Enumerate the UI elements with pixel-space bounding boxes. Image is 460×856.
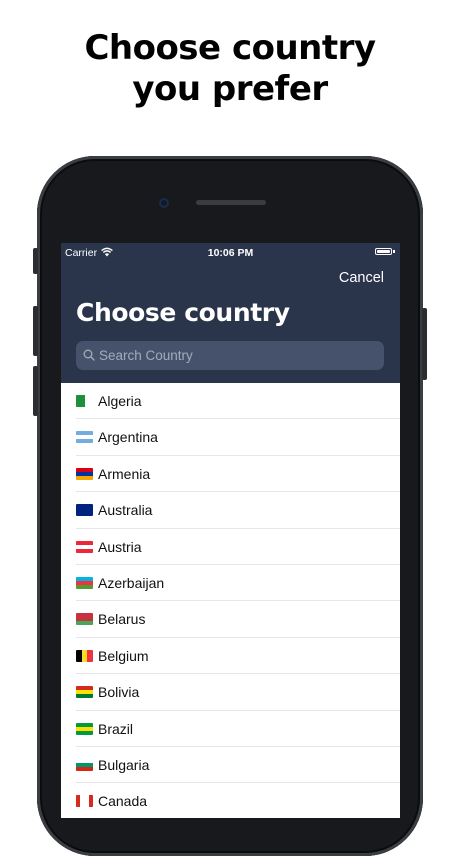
flag-icon xyxy=(76,649,93,662)
country-row[interactable]: Canada xyxy=(61,783,400,818)
country-name: Canada xyxy=(98,793,148,810)
country-name: Azerbaijan xyxy=(98,574,165,591)
earpiece-speaker xyxy=(196,200,266,205)
flag-icon xyxy=(76,540,93,553)
flag-icon xyxy=(76,431,93,444)
country-name: Armenia xyxy=(98,465,151,482)
navigation-header: Carrier 10:06 PM Cancel Choose country xyxy=(61,243,400,383)
cancel-button[interactable]: Cancel xyxy=(339,270,384,286)
country-row[interactable]: Belgium xyxy=(61,638,400,675)
flag-icon xyxy=(76,395,93,407)
country-row[interactable]: Algeria xyxy=(61,383,400,420)
search-bar[interactable] xyxy=(76,341,384,370)
promo-headline-line-1: Choose country xyxy=(84,28,376,68)
flag-icon xyxy=(76,613,93,626)
mute-switch xyxy=(33,248,38,274)
flag-icon xyxy=(76,758,93,771)
country-name: Austria xyxy=(98,538,142,555)
flag-icon xyxy=(76,467,93,480)
phone-screen: Carrier 10:06 PM Cancel Choose country A… xyxy=(61,243,400,818)
battery-tip xyxy=(393,250,395,253)
promo-headline-line-2: you prefer xyxy=(132,69,328,109)
country-name: Belarus xyxy=(98,611,146,628)
country-row[interactable]: Armenia xyxy=(61,456,400,493)
country-row[interactable]: Bulgaria xyxy=(61,747,400,784)
country-row[interactable]: Austria xyxy=(61,529,400,566)
page-title: Choose country xyxy=(76,298,290,327)
country-row[interactable]: Argentina xyxy=(61,419,400,457)
search-input[interactable] xyxy=(99,341,379,370)
flag-icon xyxy=(76,576,93,589)
status-bar: Carrier 10:06 PM xyxy=(61,243,400,261)
country-row[interactable]: Azerbaijan xyxy=(61,565,400,602)
front-camera xyxy=(159,198,169,208)
country-name: Brazil xyxy=(98,720,134,737)
country-name: Belgium xyxy=(98,647,149,664)
flag-icon xyxy=(76,504,93,517)
search-icon xyxy=(83,349,95,361)
country-name: Bulgaria xyxy=(98,756,150,773)
country-list: Algeria Argentina Armenia Australia Austria A… xyxy=(61,383,400,818)
country-row[interactable]: Australia xyxy=(61,492,400,529)
flag-icon xyxy=(76,686,93,699)
volume-up-button xyxy=(33,306,38,356)
country-name: Algeria xyxy=(98,393,142,409)
flag-icon xyxy=(76,795,93,808)
power-button xyxy=(422,308,427,380)
country-name: Bolivia xyxy=(98,684,140,701)
promo-headline: Choose country you prefer xyxy=(0,28,460,110)
status-time: 10:06 PM xyxy=(207,247,254,259)
volume-down-button xyxy=(33,366,38,416)
battery-icon xyxy=(375,248,392,255)
country-name: Argentina xyxy=(98,429,158,446)
country-row[interactable]: Belarus xyxy=(61,601,400,639)
country-row[interactable]: Bolivia xyxy=(61,674,400,711)
country-name: Australia xyxy=(98,502,153,519)
country-row[interactable]: Brazil xyxy=(61,711,400,748)
flag-icon xyxy=(76,722,93,735)
